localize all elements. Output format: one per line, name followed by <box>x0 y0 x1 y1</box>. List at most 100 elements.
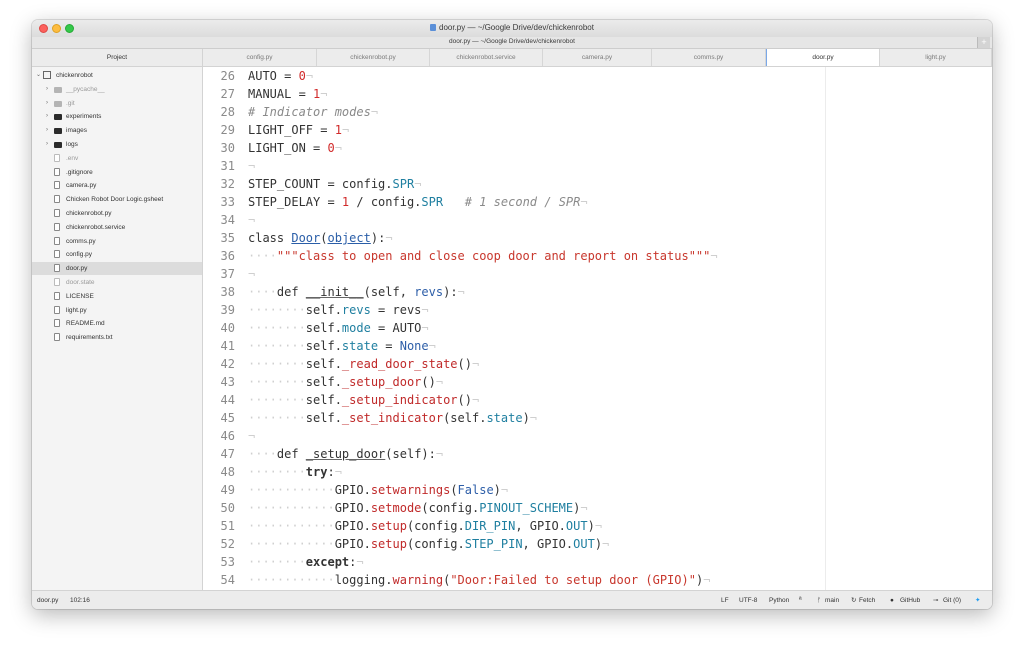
github-icon[interactable]: ● <box>890 591 894 609</box>
code-line[interactable]: # Indicator modes¬ <box>248 103 378 121</box>
code-line[interactable]: ········self._setup_indicator()¬ <box>248 391 479 409</box>
line-number: 48 <box>220 465 235 479</box>
tree-item-chicken-robot-door-logic-gsheet[interactable]: Chicken Robot Door Logic.gsheet <box>32 193 202 206</box>
tree-item-license[interactable]: LICENSE <box>32 290 202 303</box>
tree-item-light-py[interactable]: light.py <box>32 304 202 317</box>
code-token: self. <box>305 393 342 407</box>
code-line[interactable]: ········try:¬ <box>248 463 342 481</box>
tab-light-py[interactable]: light.py <box>880 49 992 66</box>
status-file-name[interactable]: door.py <box>37 591 58 609</box>
tree-item-label: .git <box>66 99 75 107</box>
code-line[interactable]: LIGHT_OFF = 1¬ <box>248 121 349 139</box>
code-line[interactable]: ········self._set_indicator(self.state)¬ <box>248 409 537 427</box>
tree-item-config-py[interactable]: config.py <box>32 248 202 261</box>
chevron-down-icon[interactable]: ⌄ <box>36 69 42 82</box>
tree-item-door-state[interactable]: door.state <box>32 276 202 289</box>
tree-item-pycache[interactable]: › __pycache__ <box>32 83 202 96</box>
tab-config-py[interactable]: config.py <box>203 49 317 66</box>
tree-item-logs[interactable]: › logs <box>32 138 202 151</box>
file-icon <box>54 305 60 314</box>
text-encoding-icon[interactable]: ª <box>799 591 802 609</box>
git-icon[interactable]: ⊸ <box>933 591 938 609</box>
tree-item-gitignore[interactable]: .gitignore <box>32 166 202 179</box>
code-line[interactable]: ········self.mode = AUTO¬ <box>248 319 429 337</box>
status-branch[interactable]: main <box>825 591 839 609</box>
tab-camera-py[interactable]: camera.py <box>543 49 652 66</box>
code-line[interactable]: ············GPIO.setup(config.DIR_PIN, G… <box>248 517 602 535</box>
twitter-icon[interactable]: ✦ <box>975 591 980 609</box>
code-token: None <box>399 339 429 353</box>
tree-item-experiments[interactable]: › experiments <box>32 110 202 123</box>
invisible-marker: ············ <box>248 501 335 515</box>
code-token: SPR <box>392 177 415 191</box>
chevron-right-icon[interactable]: › <box>46 138 52 151</box>
code-line[interactable]: ········except:¬ <box>248 553 364 571</box>
code-token: : <box>327 465 335 479</box>
tab-chickenrobot-py[interactable]: chickenrobot.py <box>317 49 430 66</box>
code-editor[interactable]: 26 27 28 29 30 31 32 33 34 35 36 37 38 39 40 41 42 43 44 45… <box>203 67 992 590</box>
branch-icon[interactable]: ᚠ <box>817 591 821 609</box>
code-line[interactable]: LIGHT_ON = 0¬ <box>248 139 342 157</box>
chevron-right-icon[interactable]: › <box>46 124 52 137</box>
tree-item-chickenrobot-service[interactable]: chickenrobot.service <box>32 221 202 234</box>
code-line[interactable]: ····def _setup_door(self):¬ <box>248 445 443 463</box>
project-tree: ⌄ chickenrobot › __pycache__ › .git › experim… <box>32 67 203 590</box>
code-line[interactable]: ¬ <box>248 265 255 283</box>
code-line[interactable]: ············GPIO.setmode(config.PINOUT_S… <box>248 499 588 517</box>
code-line[interactable]: ········self.state = None¬ <box>248 337 436 355</box>
status-cursor-position[interactable]: 102:16 <box>70 591 90 609</box>
code-line[interactable]: ¬ <box>248 157 255 175</box>
line-number: 37 <box>220 267 235 281</box>
window-title-text: door.py — ~/Google Drive/dev/chickenrobo… <box>439 23 594 32</box>
chevron-right-icon[interactable]: › <box>46 97 52 110</box>
fetch-icon[interactable]: ↻ <box>851 591 856 609</box>
invisible-marker: ···· <box>248 447 277 461</box>
file-icon <box>54 333 60 342</box>
code-line[interactable]: ····def __init__(self, revs):¬ <box>248 283 465 301</box>
tab-chickenrobot-service[interactable]: chickenrobot.service <box>430 49 543 66</box>
tree-item-camera-py[interactable]: camera.py <box>32 179 202 192</box>
code-line[interactable]: ············GPIO.setup(config.STEP_PIN, … <box>248 535 609 553</box>
tab-bar: Project config.py chickenrobot.py chickenr… <box>32 49 992 67</box>
tree-item-env[interactable]: .env <box>32 152 202 165</box>
tree-item-door-py[interactable]: door.py <box>32 262 202 276</box>
tree-item-requirements-txt[interactable]: requirements.txt <box>32 331 202 344</box>
status-git[interactable]: Git (0) <box>943 591 961 609</box>
tree-item-readme-md[interactable]: README.md <box>32 317 202 330</box>
code-line[interactable]: ············logging.warning("Door:Failed… <box>248 571 710 589</box>
tab-door-py[interactable]: door.py <box>766 49 880 66</box>
code-line[interactable]: AUTO = 0¬ <box>248 67 313 85</box>
tab-comms-py[interactable]: comms.py <box>652 49 766 66</box>
tree-item-git[interactable]: › .git <box>32 97 202 110</box>
code-line[interactable]: ············GPIO.setwarnings(False)¬ <box>248 481 508 499</box>
tree-item-comms-py[interactable]: comms.py <box>32 235 202 248</box>
code-line[interactable]: STEP_DELAY = 1 / config.SPR # 1 second /… <box>248 193 588 211</box>
chevron-right-icon[interactable]: › <box>46 83 52 96</box>
status-fetch[interactable]: Fetch <box>859 591 875 609</box>
status-encoding[interactable]: UTF-8 <box>739 591 757 609</box>
code-token: logging. <box>334 573 393 587</box>
code-line[interactable]: ¬ <box>248 211 255 229</box>
code-line[interactable]: ¬ <box>248 427 255 445</box>
status-github[interactable]: GitHub <box>900 591 920 609</box>
code-line[interactable]: ····"""class to open and close coop door… <box>248 247 718 265</box>
code-line[interactable]: ········self.revs = revs¬ <box>248 301 429 319</box>
tree-item-images[interactable]: › images <box>32 124 202 137</box>
code-token: self. <box>305 357 342 371</box>
file-icon <box>54 209 60 217</box>
chevron-right-icon[interactable]: › <box>46 110 52 123</box>
code-token: STEP_DELAY = <box>248 195 342 209</box>
code-line[interactable]: STEP_COUNT = config.SPR¬ <box>248 175 421 193</box>
tree-item-chickenrobot-py[interactable]: chickenrobot.py <box>32 207 202 220</box>
status-line-ending[interactable]: LF <box>721 591 729 609</box>
file-icon <box>54 319 60 328</box>
status-grammar[interactable]: Python <box>769 591 789 609</box>
tree-root-label: chickenrobot <box>56 72 93 79</box>
tree-root-chickenrobot[interactable]: ⌄ chickenrobot <box>32 69 202 82</box>
code-line[interactable]: class Door(object):¬ <box>248 229 393 247</box>
code-token: OUT <box>565 519 588 533</box>
code-line[interactable]: ········self._read_door_state()¬ <box>248 355 479 373</box>
code-line[interactable]: ········self._setup_door()¬ <box>248 373 443 391</box>
new-tab-button[interactable]: + <box>977 37 990 48</box>
code-line[interactable]: MANUAL = 1¬ <box>248 85 328 103</box>
